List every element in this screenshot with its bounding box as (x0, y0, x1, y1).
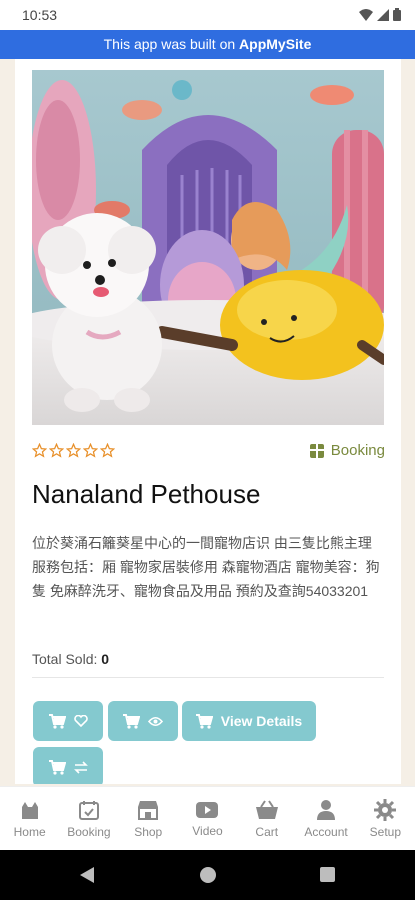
system-icons (359, 8, 401, 21)
star-icon (49, 443, 64, 458)
view-details-label: View Details (220, 713, 303, 729)
divider (32, 677, 384, 678)
nav-item-setup[interactable]: Setup (356, 787, 415, 851)
rating-stars (32, 443, 115, 458)
video-icon (196, 802, 219, 818)
star-icon (100, 443, 115, 458)
cart-icon (195, 713, 213, 729)
product-image[interactable] (32, 70, 384, 425)
calendar-check-icon (78, 801, 99, 820)
status-bar: 10:53 (0, 0, 415, 30)
total-sold: Total Sold: 0 (32, 651, 109, 667)
booking-category-tag[interactable]: Booking (309, 442, 385, 459)
banner-brand: AppMySite (239, 36, 312, 52)
system-navigation-bar (0, 850, 415, 900)
recents-icon[interactable] (320, 867, 335, 882)
total-sold-value: 0 (101, 651, 110, 667)
star-icon (83, 443, 98, 458)
gear-icon (374, 799, 397, 821)
add-to-wishlist-button[interactable] (33, 701, 103, 741)
heart-icon (73, 715, 88, 727)
nav-label-shop: Shop (134, 825, 163, 839)
nav-label-booking: Booking (67, 825, 111, 839)
status-time: 10:53 (22, 7, 58, 23)
nav-item-account[interactable]: Account (296, 787, 355, 851)
banner-prefix: This app was built on (103, 36, 240, 52)
product-title: Nanaland Pethouse (32, 479, 261, 509)
basket-icon (255, 800, 278, 819)
product-card: Booking Nanaland Pethouse 位於葵涌石籬葵星中心的一間寵… (15, 59, 401, 784)
cart-icon (123, 713, 140, 729)
nav-label-home: Home (13, 825, 46, 839)
compare-button[interactable] (33, 747, 103, 784)
product-photo-illustration (32, 70, 384, 425)
cart-icon (48, 759, 66, 775)
nav-label-cart: Cart (255, 825, 279, 839)
star-icon (32, 443, 47, 458)
cat-icon (21, 802, 38, 819)
swap-icon (73, 760, 88, 774)
appmysite-banner[interactable]: This app was built on AppMySite (0, 30, 415, 59)
nav-label-setup: Setup (369, 825, 401, 839)
back-icon[interactable] (80, 867, 94, 883)
product-description: 位於葵涌石籬葵星中心的一間寵物店识 由三隻比熊主理 服務包括：厢 寵物家居裝修用… (32, 535, 380, 599)
nav-label-video: Video (192, 824, 223, 838)
nav-item-shop[interactable]: Shop (119, 787, 178, 851)
package-icon (309, 443, 324, 458)
eye-icon (148, 716, 163, 726)
nav-item-cart[interactable]: Cart (237, 787, 296, 851)
store-icon (138, 801, 159, 820)
cart-icon (48, 713, 66, 729)
user-icon (317, 800, 336, 820)
star-icon (66, 443, 81, 458)
booking-tag-label: Booking (330, 442, 385, 459)
quick-view-button[interactable] (108, 701, 178, 741)
signal-icon (377, 8, 389, 21)
battery-icon (393, 8, 401, 21)
nav-item-video[interactable]: Video (178, 787, 237, 851)
nav-item-booking[interactable]: Booking (59, 787, 118, 851)
bottom-navigation: Home Booking Shop Video Cart Account Set… (0, 786, 415, 851)
wifi-icon (359, 8, 373, 21)
nav-label-account: Account (304, 825, 348, 839)
total-sold-label: Total Sold: (32, 651, 98, 667)
nav-item-home[interactable]: Home (0, 787, 59, 851)
home-icon[interactable] (199, 866, 217, 884)
view-details-button[interactable]: View Details (182, 701, 316, 741)
